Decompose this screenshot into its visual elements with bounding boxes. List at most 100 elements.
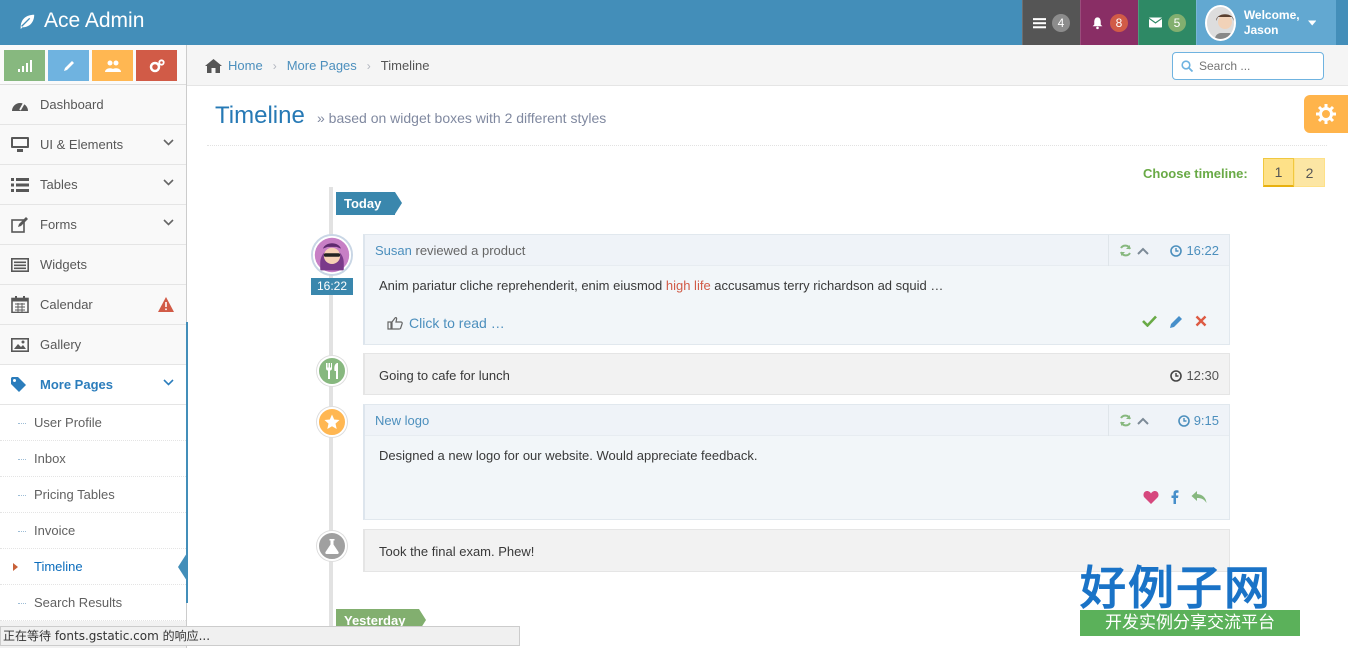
tasks-badge: 4 — [1052, 13, 1070, 32]
timeline-icon-flask — [317, 531, 347, 561]
cogs-icon — [149, 58, 165, 72]
sidebar-subitem-label: Search Results — [34, 595, 123, 610]
list-alt-icon — [10, 256, 30, 274]
ace-settings-button[interactable] — [1304, 95, 1348, 133]
sidebar-subitem-search-results[interactable]: Search Results — [0, 585, 186, 621]
sidebar-item-more-pages[interactable]: More Pages — [0, 365, 186, 405]
timeline-avatar — [311, 234, 353, 276]
welcome-text: Welcome, Jason — [1244, 8, 1300, 38]
sidebar-subitem-invoice[interactable]: Invoice — [0, 513, 186, 549]
sidebar: Dashboard UI & Elements Tables Forms Wid… — [0, 45, 187, 648]
shortcut-users-button[interactable] — [92, 50, 133, 81]
caret-down-icon — [1307, 19, 1316, 26]
sidebar-item-ui-elements[interactable]: UI & Elements — [0, 125, 186, 165]
timeline-item-text: Took the final exam. Phew! — [379, 544, 535, 559]
tasks-icon — [1033, 17, 1046, 28]
messages-button[interactable]: 5 — [1138, 0, 1196, 45]
timeline-item-lunch: Going to cafe for lunch 12:30 — [363, 353, 1230, 395]
sidebar-item-label: Forms — [40, 217, 77, 232]
read-more-text: Click to read … — [409, 315, 505, 331]
calendar-icon — [10, 296, 30, 314]
time-value: 9:15 — [1193, 413, 1219, 428]
pencil-icon[interactable] — [1169, 315, 1183, 329]
breadcrumbs-bar: Home › More Pages › Timeline — [187, 45, 1348, 86]
sidebar-subitem-pricing-tables[interactable]: Pricing Tables — [0, 477, 186, 513]
search-box[interactable] — [1172, 52, 1324, 80]
sidebar-item-widgets[interactable]: Widgets — [0, 245, 186, 285]
chevron-up-icon[interactable] — [1137, 247, 1149, 255]
page-subtitle: » based on widget boxes with 2 different… — [317, 110, 607, 126]
page-title: Timeline — [215, 102, 305, 129]
refresh-icon[interactable] — [1119, 244, 1132, 257]
home-icon — [205, 58, 222, 73]
sidebar-item-calendar[interactable]: Calendar — [0, 285, 186, 325]
close-icon[interactable] — [1195, 315, 1207, 327]
search-input[interactable] — [1199, 59, 1319, 73]
check-icon[interactable] — [1142, 315, 1157, 327]
watermark-subtitle: 开发实例分享交流平台 — [1080, 610, 1300, 636]
widget-actions — [1143, 490, 1207, 504]
breadcrumb-home-link[interactable]: Home — [228, 58, 263, 73]
author-link[interactable]: Susan — [375, 243, 412, 258]
timeline-item-review: Susan reviewed a product 16:22 Anim pari… — [363, 234, 1230, 345]
gear-icon — [1316, 104, 1336, 124]
signal-icon — [17, 59, 32, 72]
widget-action: reviewed a product — [411, 243, 526, 258]
page-header: Timeline » based on widget boxes with 2 … — [207, 86, 1327, 146]
reply-icon[interactable] — [1191, 490, 1207, 504]
sidebar-subitem-inbox[interactable]: Inbox — [0, 441, 186, 477]
timeline-item-time: 12:30 — [1170, 368, 1219, 383]
clock-icon — [1177, 414, 1190, 427]
warning-icon — [158, 297, 174, 312]
review-text-post: accusamus terry richardson ad squid … — [710, 278, 944, 293]
sidebar-item-forms[interactable]: Forms — [0, 205, 186, 245]
edit-icon — [10, 216, 30, 234]
sidebar-item-gallery[interactable]: Gallery — [0, 325, 186, 365]
watermark-title: 好例子网 — [1080, 561, 1272, 615]
envelope-icon — [1149, 17, 1162, 28]
timeline-style-1-button[interactable]: 1 — [1263, 158, 1294, 187]
notifications-button[interactable]: 8 — [1080, 0, 1138, 45]
timeline-item-text: Going to cafe for lunch — [379, 368, 510, 383]
shortcut-edit-button[interactable] — [48, 50, 89, 81]
read-more-link[interactable]: Click to read … — [387, 315, 505, 331]
sidebar-item-dashboard[interactable]: Dashboard — [0, 85, 186, 125]
sidebar-item-label: UI & Elements — [40, 137, 124, 152]
widget-time: 16:22 — [1170, 243, 1219, 258]
sidebar-subitem-timeline[interactable]: Timeline — [0, 549, 187, 585]
refresh-icon[interactable] — [1119, 414, 1132, 427]
brand-logo[interactable]: Ace Admin — [18, 9, 144, 33]
widget-title-link[interactable]: New logo — [375, 413, 429, 428]
shortcut-settings-button[interactable] — [136, 50, 177, 81]
user-menu[interactable]: Welcome, Jason — [1196, 0, 1336, 45]
app-title: Ace Admin — [44, 9, 145, 32]
tasks-button[interactable]: 4 — [1022, 0, 1080, 45]
sidebar-subitem-user-profile[interactable]: User Profile — [0, 405, 186, 441]
navbar: Ace Admin 4 8 5 Welcome, Jason — [0, 0, 1348, 45]
breadcrumb-current: Timeline — [380, 58, 430, 73]
browser-status-bar: 正在等待 fonts.gstatic.com 的响应... — [0, 626, 520, 646]
timeline-avatar-time: 16:22 — [311, 278, 353, 295]
chevron-down-icon — [163, 179, 174, 186]
widget-title: Susan reviewed a product — [375, 243, 525, 258]
welcome-label: Welcome, — [1243, 7, 1300, 22]
chevron-up-icon[interactable] — [1137, 417, 1149, 425]
sidebar-item-tables[interactable]: Tables — [0, 165, 186, 205]
leaf-icon — [20, 14, 35, 30]
tachometer-icon — [10, 96, 30, 114]
time-value: 16:22 — [1186, 243, 1219, 258]
watermark-logo: 好例子网 开发实例分享交流平台 — [1080, 552, 1300, 638]
heart-icon[interactable] — [1143, 490, 1159, 504]
user-avatar — [1205, 4, 1236, 41]
breadcrumb-separator-icon: › — [272, 58, 277, 73]
clock-icon — [1170, 244, 1183, 257]
breadcrumb: Home › More Pages › Timeline — [205, 58, 429, 73]
facebook-icon[interactable] — [1171, 490, 1179, 504]
timeline-style-2-button[interactable]: 2 — [1294, 158, 1325, 187]
sidebar-item-label: Gallery — [40, 337, 82, 352]
breadcrumb-parent-link[interactable]: More Pages — [287, 58, 357, 73]
pencil-icon — [63, 60, 74, 71]
widget-header: Susan reviewed a product 16:22 — [365, 235, 1229, 266]
widget-time: 9:15 — [1177, 413, 1219, 428]
shortcut-stats-button[interactable] — [4, 50, 45, 81]
